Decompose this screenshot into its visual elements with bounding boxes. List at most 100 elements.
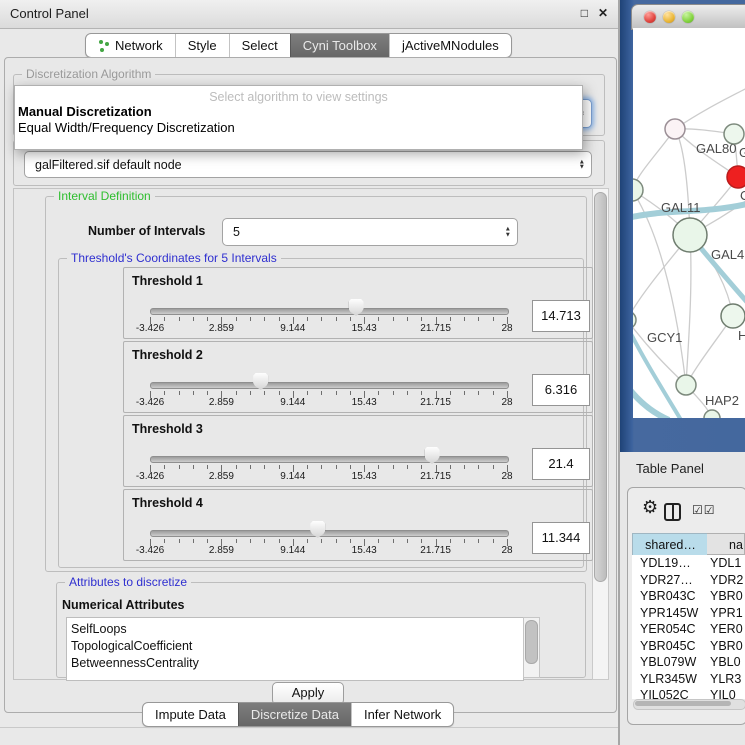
network-window-titlebar[interactable] <box>631 4 745 30</box>
tick-label: 21.715 <box>420 323 451 334</box>
tick-label: 21.715 <box>420 397 451 408</box>
numerical-attributes-list[interactable]: SelfLoopsTopologicalCoefficientBetweenne… <box>66 617 524 681</box>
tick-label: 9.144 <box>280 545 305 556</box>
split-column-icon[interactable] <box>664 503 681 521</box>
cell-shared-name: YBR045C <box>640 638 696 655</box>
tick-mark <box>264 465 265 469</box>
table-row[interactable]: YDL19…YDL1 <box>632 555 745 572</box>
tick-mark <box>421 317 422 321</box>
threshold-value-field[interactable]: 14.713 <box>532 300 590 332</box>
close-traffic-light-icon[interactable] <box>644 11 656 23</box>
slider-track[interactable] <box>150 530 509 537</box>
network-node-H[interactable] <box>721 304 745 328</box>
tick-mark <box>250 391 251 395</box>
table-data-combobox[interactable]: galFiltered.sif default node ▲▼ <box>24 151 592 178</box>
scrollbar-thumb[interactable] <box>525 620 538 664</box>
column-header-shared[interactable]: shared… <box>632 533 709 557</box>
slider-track[interactable] <box>150 382 509 389</box>
interval-definition-title: Interval Definition <box>54 189 155 203</box>
float-window-icon[interactable]: □ <box>581 6 588 20</box>
table-panel-title: Table Panel <box>636 461 704 476</box>
table-row[interactable]: YBR043CYBR0 <box>632 588 745 605</box>
minimize-traffic-light-icon[interactable] <box>663 11 675 23</box>
threshold-value-field[interactable]: 21.4 <box>532 448 590 480</box>
network-node-C[interactable] <box>727 166 745 188</box>
tick-label: 28 <box>501 471 512 482</box>
network-node-GCY1[interactable] <box>633 311 636 329</box>
tick-mark <box>493 539 494 543</box>
tab-network[interactable]: Network <box>86 34 175 57</box>
tick-mark <box>493 465 494 469</box>
table-row[interactable]: YPR145WYPR1 <box>632 605 745 622</box>
tick-label: 2.859 <box>209 323 234 334</box>
number-of-intervals-combobox[interactable]: 5 ▲▼ <box>222 218 518 246</box>
network-edge[interactable] <box>675 88 745 129</box>
tab-jactivemnodules[interactable]: jActiveMNodules <box>389 34 511 57</box>
checkbox-icons[interactable]: ☑☑ <box>692 503 716 517</box>
zoom-traffic-light-icon[interactable] <box>682 11 694 23</box>
node-label: GAL4 <box>711 247 744 262</box>
cell-shared-name: YDR27… <box>640 572 693 589</box>
tick-mark <box>236 539 237 543</box>
threshold-value-field[interactable]: 6.316 <box>532 374 590 406</box>
tab-discretize-data[interactable]: Discretize Data <box>238 703 351 726</box>
table-row[interactable]: YLR345WYLR3 <box>632 671 745 688</box>
network-node-HAP2[interactable] <box>676 375 696 395</box>
attribute-item[interactable]: TopologicalCoefficient <box>67 638 523 655</box>
tick-mark <box>336 465 337 469</box>
algorithm-group-title: Discretization Algorithm <box>22 67 155 81</box>
network-edge[interactable] <box>686 235 691 385</box>
tick-mark <box>478 391 479 395</box>
network-node-GAL80[interactable] <box>665 119 685 139</box>
numerical-attributes-label: Numerical Attributes <box>62 598 184 612</box>
tick-mark <box>207 391 208 395</box>
threshold-box: Threshold 4-3.4262.8599.14415.4321.71528… <box>123 489 593 561</box>
horizontal-scrollbar[interactable] <box>633 699 745 710</box>
network-canvas[interactable]: GAL80G.CGAL11GAL4GCY1HHAP2 <box>633 28 745 418</box>
node-label: H <box>738 328 745 343</box>
table-row[interactable]: YBL079WYBL0 <box>632 654 745 671</box>
network-node-G.[interactable] <box>724 124 744 144</box>
tab-style[interactable]: Style <box>175 34 229 57</box>
attributes-list-scrollbar[interactable] <box>523 617 540 678</box>
network-node-unlabeled[interactable] <box>704 410 720 418</box>
gear-icon[interactable]: ⚙ <box>642 498 658 516</box>
threshold-box: Threshold 1-3.4262.8599.14415.4321.71528… <box>123 267 593 339</box>
tab-impute-data[interactable]: Impute Data <box>143 703 238 726</box>
node-label: HAP2 <box>705 393 739 408</box>
tick-label: -3.426 <box>136 397 164 408</box>
tab-select[interactable]: Select <box>229 34 290 57</box>
column-header-name[interactable]: na <box>707 533 745 555</box>
number-of-intervals-label: Number of Intervals <box>88 224 205 238</box>
tick-mark <box>279 465 280 469</box>
dropdown-option[interactable]: Equal Width/Frequency Discretization <box>15 120 582 136</box>
scrollbar-thumb[interactable] <box>594 192 607 582</box>
table-row[interactable]: YIL052CYIL0 <box>632 687 745 699</box>
tab-infer-network[interactable]: Infer Network <box>351 703 453 726</box>
dropdown-option[interactable]: Manual Discretization <box>15 104 582 120</box>
tick-mark <box>307 539 308 543</box>
tick-mark <box>407 317 408 321</box>
thresholds-group-title: Threshold's Coordinates for 5 Intervals <box>67 251 281 265</box>
tick-mark <box>250 317 251 321</box>
slider-track[interactable] <box>150 308 509 315</box>
tick-mark <box>350 465 351 469</box>
network-node-GAL4[interactable] <box>673 218 707 252</box>
tick-mark <box>179 391 180 395</box>
tab-cyni-toolbox[interactable]: Cyni Toolbox <box>290 34 389 57</box>
attribute-item[interactable]: BetweennessCentrality <box>67 655 523 672</box>
tick-mark <box>478 539 479 543</box>
table-row[interactable]: YER054CYER0 <box>632 621 745 638</box>
scrollbar-thumb[interactable] <box>635 701 731 706</box>
slider-track[interactable] <box>150 456 509 463</box>
network-node-GAL11[interactable] <box>633 179 643 201</box>
table-row[interactable]: YBR045CYBR0 <box>632 638 745 655</box>
attribute-item[interactable]: SelfLoops <box>67 621 523 638</box>
tick-mark <box>279 391 280 395</box>
close-icon[interactable]: ✕ <box>598 6 608 20</box>
threshold-value-field[interactable]: 11.344 <box>532 522 590 554</box>
tick-mark <box>321 539 322 543</box>
tick-mark <box>464 539 465 543</box>
table-row[interactable]: YDR27…YDR2 <box>632 572 745 589</box>
vertical-scrollbar[interactable] <box>592 188 609 680</box>
